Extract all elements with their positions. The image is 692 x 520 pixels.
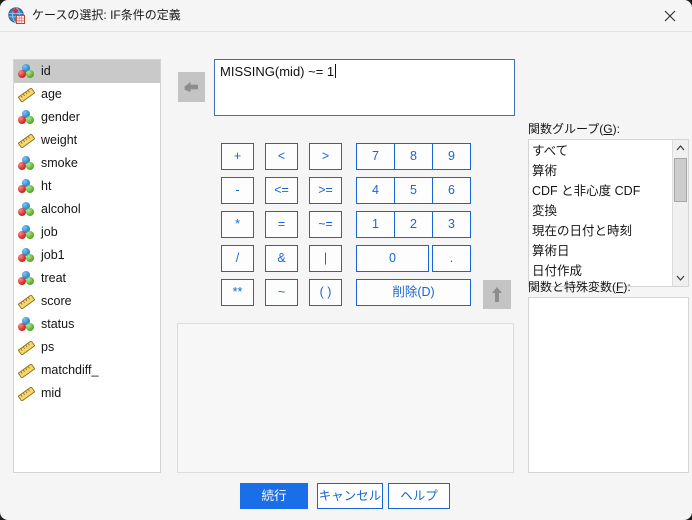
text-caret (335, 64, 336, 78)
scale-measure-icon (18, 386, 36, 402)
arrow-up-icon[interactable] (483, 280, 511, 309)
key-divide[interactable]: / (221, 245, 254, 272)
scale-measure-icon (18, 133, 36, 149)
expression-help-panel (177, 323, 514, 473)
list-item[interactable]: 日付作成 (532, 261, 672, 281)
expression-value: MISSING(mid) ~= 1 (220, 64, 334, 79)
titlebar: ケースの選択: IF条件の定義 (0, 0, 692, 32)
nominal-measure-icon (18, 156, 36, 172)
scrollbar[interactable] (672, 140, 688, 286)
window-title: ケースの選択: IF条件の定義 (32, 7, 181, 23)
scale-measure-icon (18, 363, 36, 379)
functions-special-variables-label: 関数と特殊変数(F): (528, 280, 631, 294)
key-2[interactable]: 2 (394, 211, 433, 238)
nominal-measure-icon (18, 110, 36, 126)
key-3[interactable]: 3 (432, 211, 471, 238)
key-equal[interactable]: = (265, 211, 298, 238)
list-item[interactable]: job (14, 221, 160, 244)
nominal-measure-icon (18, 225, 36, 241)
delete-button[interactable]: 削除(D) (356, 279, 471, 306)
list-item[interactable]: job1 (14, 244, 160, 267)
nominal-measure-icon (18, 248, 36, 264)
key-and[interactable]: & (265, 245, 298, 272)
nominal-measure-icon (18, 317, 36, 333)
list-item[interactable]: age (14, 83, 160, 106)
key-not[interactable]: ~ (265, 279, 298, 306)
calculator-keypad: + - * / ** < > <= >= = ~= & | ~ ( ) 7 8 … (216, 138, 470, 312)
function-group-list[interactable]: すべて 算術 CDF と非心度 CDF 変換 現在の日付と時刻 算術日 日付作成 (528, 139, 689, 287)
scrollbar-thumb[interactable] (674, 158, 687, 202)
key-5[interactable]: 5 (394, 177, 433, 204)
list-item[interactable]: score (14, 290, 160, 313)
list-item[interactable]: weight (14, 129, 160, 152)
list-item[interactable]: id (14, 60, 160, 83)
list-item[interactable]: mid (14, 382, 160, 405)
nominal-measure-icon (18, 271, 36, 287)
list-item[interactable]: ps (14, 336, 160, 359)
key-decimal[interactable]: . (432, 245, 471, 272)
key-or[interactable]: | (309, 245, 342, 272)
key-7[interactable]: 7 (356, 143, 395, 170)
list-item[interactable]: すべて (532, 141, 672, 161)
close-icon[interactable] (647, 0, 692, 31)
list-item[interactable]: ht (14, 175, 160, 198)
nominal-measure-icon (18, 202, 36, 218)
key-4[interactable]: 4 (356, 177, 395, 204)
arrow-left-icon[interactable] (178, 72, 205, 102)
list-item[interactable]: gender (14, 106, 160, 129)
key-less-than[interactable]: < (265, 143, 298, 170)
list-item[interactable]: 現在の日付と時刻 (532, 221, 672, 241)
chevron-up-icon[interactable] (673, 140, 688, 156)
key-minus[interactable]: - (221, 177, 254, 204)
select-cases-if-dialog: ケースの選択: IF条件の定義 id age (0, 0, 692, 520)
scale-measure-icon (18, 294, 36, 310)
help-button[interactable]: ヘルプ (388, 483, 450, 509)
functions-special-variables-list[interactable] (528, 297, 689, 473)
select-cases-icon (8, 7, 25, 24)
cancel-button[interactable]: キャンセル (317, 483, 383, 509)
scale-measure-icon (18, 340, 36, 356)
key-1[interactable]: 1 (356, 211, 395, 238)
list-item[interactable]: 算術日 (532, 241, 672, 261)
key-multiply[interactable]: * (221, 211, 254, 238)
function-group-label: 関数グループ(G): (528, 122, 620, 136)
key-plus[interactable]: + (221, 143, 254, 170)
key-greater-than[interactable]: > (309, 143, 342, 170)
list-item[interactable]: smoke (14, 152, 160, 175)
key-greater-or-equal[interactable]: >= (309, 177, 342, 204)
list-item[interactable]: 算術 (532, 161, 672, 181)
scale-measure-icon (18, 87, 36, 103)
list-item[interactable]: CDF と非心度 CDF (532, 181, 672, 201)
list-item[interactable]: matchdiff_ (14, 359, 160, 382)
key-6[interactable]: 6 (432, 177, 471, 204)
key-less-or-equal[interactable]: <= (265, 177, 298, 204)
chevron-down-icon[interactable] (673, 270, 688, 286)
list-item[interactable]: 変換 (532, 201, 672, 221)
list-item[interactable]: alcohol (14, 198, 160, 221)
source-variable-list[interactable]: id age gender (13, 59, 161, 473)
nominal-measure-icon (18, 64, 36, 80)
list-item[interactable]: treat (14, 267, 160, 290)
key-not-equal[interactable]: ~= (309, 211, 342, 238)
key-8[interactable]: 8 (394, 143, 433, 170)
nominal-measure-icon (18, 179, 36, 195)
expression-input[interactable]: MISSING(mid) ~= 1 (214, 59, 515, 116)
key-9[interactable]: 9 (432, 143, 471, 170)
key-0[interactable]: 0 (356, 245, 429, 272)
key-power[interactable]: ** (221, 279, 254, 306)
list-item[interactable]: status (14, 313, 160, 336)
continue-button[interactable]: 続行 (240, 483, 308, 509)
key-parentheses[interactable]: ( ) (309, 279, 342, 306)
